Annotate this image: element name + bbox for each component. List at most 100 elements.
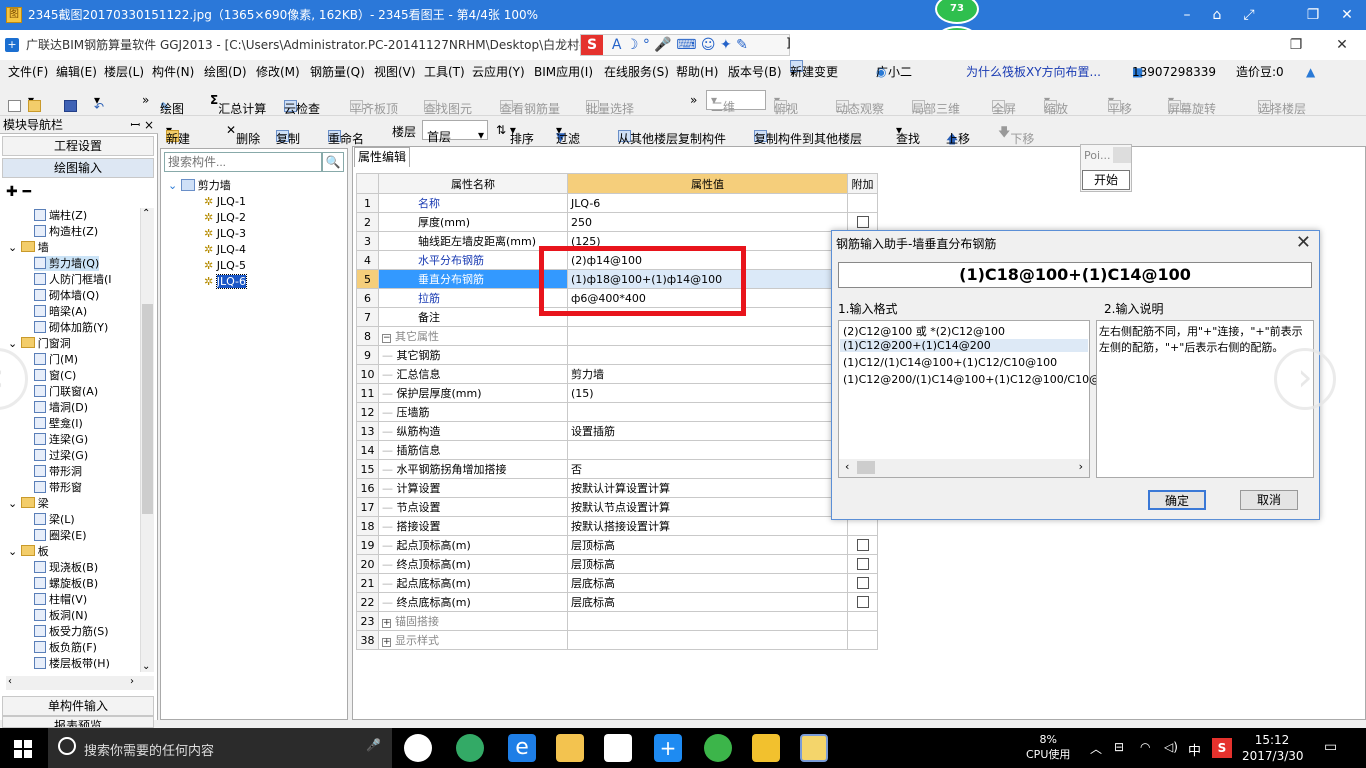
expand-icon[interactable]: +: [382, 638, 391, 647]
nav-folder[interactable]: ⌄ 板: [8, 544, 49, 559]
nav-tree-item[interactable]: 剪力墙(Q): [34, 256, 100, 271]
property-value[interactable]: (15): [567, 383, 848, 403]
property-row[interactable]: 15— 水平钢筋拐角增加搭接否: [356, 459, 878, 479]
nav-tree-item[interactable]: 砌体加筋(Y): [34, 320, 108, 335]
nav-tree-item[interactable]: 过梁(G): [34, 448, 88, 463]
zoom-button[interactable]: 缩放 ▾: [1044, 93, 1068, 116]
component-search-input[interactable]: [164, 152, 322, 172]
app-close-icon[interactable]: ✕: [1322, 30, 1362, 60]
property-value[interactable]: JLQ-6: [567, 193, 848, 213]
ime-floating-toolbar[interactable]: S A ☽ ° 🎤 ⌨ ☺ ✦ ✎: [580, 34, 790, 56]
menu-help[interactable]: 帮助(H): [676, 60, 718, 84]
nav-folder[interactable]: ⌄ 墙: [8, 240, 49, 255]
property-row[interactable]: 16— 计算设置 按默认计算设置计算: [356, 478, 878, 498]
property-value[interactable]: 设置插筋: [567, 421, 848, 441]
scroll-right-icon[interactable]: ›: [1079, 460, 1083, 473]
tray-expand-icon[interactable]: ︿: [1090, 740, 1102, 757]
property-value[interactable]: 按默认搭接设置计算: [567, 516, 848, 536]
component-list-item[interactable]: ✲ JLQ-6: [168, 274, 248, 290]
nav-tree-item[interactable]: 壁龛(I): [34, 416, 83, 431]
open-file-icon[interactable]: ▾: [28, 93, 41, 112]
expand-icon[interactable]: +: [382, 619, 391, 628]
menu-draw[interactable]: 绘图(D): [204, 60, 247, 84]
attach-checkbox[interactable]: [856, 557, 869, 570]
ok-button[interactable]: 确定: [1148, 490, 1206, 510]
delete-button[interactable]: ✕ 删除: [226, 123, 260, 146]
property-value[interactable]: [567, 402, 848, 422]
bell-icon[interactable]: ▲: [1306, 60, 1315, 84]
clock[interactable]: 15:12 2017/3/30: [1242, 732, 1304, 764]
windows-start-icon[interactable]: [14, 740, 32, 758]
collapse-icon[interactable]: ⌄: [8, 241, 21, 254]
top-view-button[interactable]: 俯视 ▾: [774, 93, 798, 116]
expand-collapse-all-icons[interactable]: ✚ ━: [6, 184, 31, 200]
sum-calc-button[interactable]: Σ 汇总计算: [210, 93, 266, 116]
component-list-item[interactable]: ✲ JLQ-4: [168, 242, 246, 258]
menu-view[interactable]: 视图(V): [374, 60, 416, 84]
property-value[interactable]: [567, 611, 848, 631]
nav-tree-item[interactable]: 梁(L): [34, 512, 75, 527]
nav-tree-item[interactable]: 板负筋(F): [34, 640, 97, 655]
tray-network-icon[interactable]: ⊟: [1114, 740, 1124, 754]
attach-checkbox[interactable]: [856, 576, 869, 589]
property-value[interactable]: 层底标高: [567, 592, 848, 612]
edge-icon[interactable]: e: [508, 734, 536, 762]
nav-tree-item[interactable]: 构造柱(Z): [34, 224, 98, 239]
menu-modify[interactable]: 修改(M): [256, 60, 300, 84]
microphone-icon[interactable]: 🎤: [366, 738, 381, 752]
nav-tree-item[interactable]: 砌体墙(Q): [34, 288, 99, 303]
property-value[interactable]: 否: [567, 459, 848, 479]
format-option[interactable]: (1)C12@200/(1)C14@100+(1)C12@100/C10@200: [843, 373, 1121, 386]
format-option[interactable]: (1)C12/(1)C14@100+(1)C12/C10@100: [843, 356, 1057, 369]
move-down-button[interactable]: 🡇 下移: [998, 123, 1034, 146]
rebar-value-field[interactable]: (1)C18@100+(1)C14@100: [838, 262, 1312, 288]
menu-new-change[interactable]: 新建变更 ▾: [790, 60, 838, 84]
property-value[interactable]: [567, 345, 848, 365]
pan-button[interactable]: 平移 ▾: [1108, 93, 1132, 116]
property-row[interactable]: 17— 节点设置 按默认节点设置计算: [356, 497, 878, 517]
nav-tree-item[interactable]: 楼层板带(H): [34, 656, 110, 671]
app-restore-icon[interactable]: ❐: [1276, 30, 1316, 60]
scroll-left-icon[interactable]: ‹: [845, 460, 849, 473]
component-list-item[interactable]: ✲ JLQ-5: [168, 258, 246, 274]
viewer-close-icon[interactable]: ✕: [1330, 0, 1364, 30]
attach-checkbox[interactable]: [856, 215, 869, 228]
collapse-icon[interactable]: ⌄: [8, 497, 21, 510]
project-settings-button[interactable]: 工程设置: [2, 136, 154, 156]
property-value[interactable]: 按默认计算设置计算: [567, 478, 848, 498]
ime-tools-icons[interactable]: A ☽ ° 🎤 ⌨ ☺ ✦ ✎: [607, 37, 748, 53]
nav-tree-item[interactable]: 板受力筋(S): [34, 624, 109, 639]
notes-app-icon[interactable]: [752, 734, 780, 762]
menu-floor[interactable]: 楼层(L): [104, 60, 144, 84]
more-icon-2[interactable]: »: [690, 93, 697, 107]
property-value[interactable]: [567, 440, 848, 460]
property-row[interactable]: 14— 插筋信息: [356, 440, 878, 460]
format-list-scroll-thumb[interactable]: [857, 461, 875, 474]
viewer-maximize-icon[interactable]: ❐: [1296, 0, 1330, 30]
collapse-icon[interactable]: ⌄: [8, 337, 21, 350]
taskbar-app-pinwheel-icon[interactable]: [404, 734, 432, 762]
new-component-button[interactable]: 新建 ▾: [166, 123, 190, 146]
notification-center-icon[interactable]: ▭: [1324, 739, 1337, 755]
floor-select[interactable]: 首层 ▾: [422, 120, 488, 144]
dialog-close-icon[interactable]: ✕: [1296, 232, 1311, 253]
poi-start-button[interactable]: 开始: [1082, 170, 1130, 190]
sogou-tray-icon[interactable]: S: [1212, 738, 1232, 758]
view-mode-select[interactable]: 二维 ▾: [706, 90, 766, 114]
nav-folder[interactable]: ⌄ 梁: [8, 496, 49, 511]
format-option[interactable]: (2)C12@100 或 *(2)C12@100: [843, 323, 1005, 339]
nav-tree-item[interactable]: 门(M): [34, 352, 78, 367]
property-row[interactable]: 21— 起点底标高(m) 层底标高: [356, 573, 878, 593]
nav-tree-item[interactable]: 板洞(N): [34, 608, 88, 623]
nav-scroll-thumb[interactable]: [142, 304, 153, 514]
scroll-down-icon[interactable]: ⌄: [142, 661, 150, 672]
collapse-icon[interactable]: ⌄: [168, 179, 177, 192]
more-icon[interactable]: »: [142, 93, 149, 107]
property-value[interactable]: [567, 630, 848, 650]
attach-checkbox[interactable]: [856, 538, 869, 551]
scroll-left-icon[interactable]: ‹: [8, 676, 12, 687]
sort-button[interactable]: ⇅ 排序 ▾: [496, 123, 534, 146]
property-row[interactable]: 8− 其它属性: [356, 326, 878, 346]
tab-property-edit[interactable]: 属性编辑: [354, 147, 410, 167]
nav-folder[interactable]: ⌄ 门窗洞: [8, 336, 71, 351]
